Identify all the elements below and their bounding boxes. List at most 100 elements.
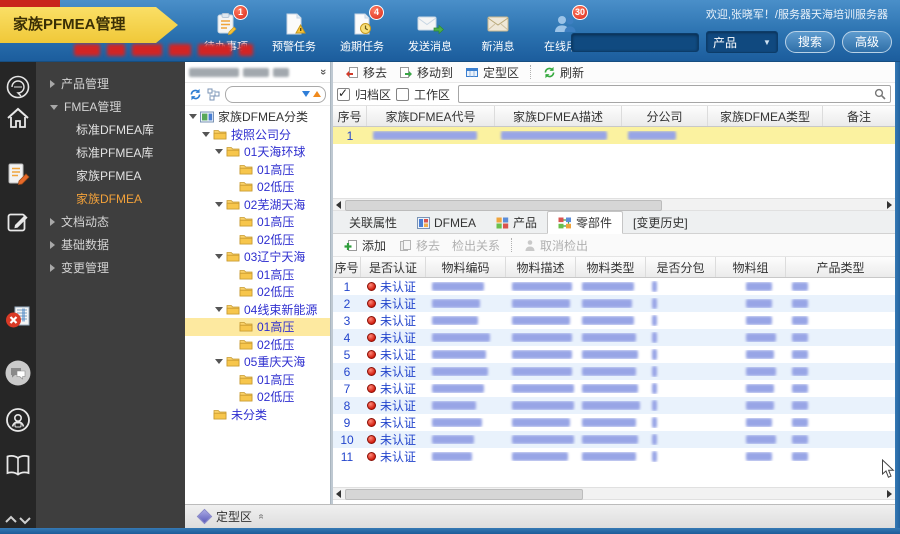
tree-node-13[interactable]: 05重庆天海 <box>185 353 330 371</box>
sidebar-item-4[interactable]: 家族PFMEA <box>36 164 185 187</box>
tab-4[interactable]: [变更历史] <box>623 212 698 233</box>
remove-button[interactable]: 移去 <box>339 64 393 81</box>
column-header[interactable]: 物料类型 <box>576 257 646 277</box>
table-row[interactable]: 10 未认证 <box>333 431 895 448</box>
column-header[interactable]: 家族DFMEA类型 <box>708 106 823 126</box>
tree-refresh-icon[interactable] <box>189 88 202 101</box>
sidebar-item-5[interactable]: 家族DFMEA <box>36 187 185 210</box>
tree-node-0[interactable]: 按照公司分 <box>185 126 330 144</box>
tree-node-12[interactable]: 02低压 <box>185 336 330 354</box>
finalize-zone-button[interactable]: 定型区 <box>459 64 525 81</box>
scroll-left-icon[interactable] <box>336 201 341 209</box>
table-row[interactable]: 2 未认证 <box>333 295 895 312</box>
nav-alert[interactable]: 预警任务 <box>266 9 322 54</box>
column-header[interactable]: 序号 <box>333 106 367 126</box>
sidebar-item-1[interactable]: FMEA管理 <box>36 95 185 118</box>
tree-node-6[interactable]: 02低压 <box>185 231 330 249</box>
column-header[interactable]: 物料组 <box>716 257 786 277</box>
tree-node-14[interactable]: 01高压 <box>185 371 330 389</box>
collapse-panel-icon[interactable]: » <box>317 69 329 75</box>
tree-node-root[interactable]: 家族DFMEA分类 <box>185 108 330 126</box>
nav-send-message[interactable]: 发送消息 <box>402 9 458 54</box>
column-header[interactable]: 序号 <box>333 257 361 277</box>
table-row[interactable]: 9 未认证 <box>333 414 895 431</box>
tree-node-1[interactable]: 01天海环球 <box>185 143 330 161</box>
table-row[interactable]: 11 未认证 <box>333 448 895 465</box>
advanced-button[interactable]: 高级 <box>841 31 892 53</box>
tree-node-15[interactable]: 02低压 <box>185 388 330 406</box>
document-edit-icon[interactable] <box>0 162 36 186</box>
search-next-icon[interactable] <box>302 91 310 97</box>
column-header[interactable]: 分公司 <box>622 106 708 126</box>
sidebar-item-2[interactable]: 标准DFMEA库 <box>36 118 185 141</box>
tab-0[interactable]: 关联属性 <box>339 212 407 233</box>
finalize-zone-tab[interactable]: 定型区 <box>216 508 252 525</box>
archive-zone-checkbox[interactable] <box>337 86 350 101</box>
table-row[interactable]: 8 未认证 <box>333 397 895 414</box>
work-zone-checkbox[interactable] <box>396 87 410 101</box>
scrollbar-thumb[interactable] <box>345 200 662 211</box>
column-header[interactable]: 物料编码 <box>426 257 506 277</box>
add-button[interactable]: 添加 <box>338 237 392 254</box>
table-row[interactable]: 6 未认证 <box>333 363 895 380</box>
tab-2[interactable]: 产品 <box>486 212 547 233</box>
sidebar-item-8[interactable]: 变更管理 <box>36 256 185 279</box>
search-prev-icon[interactable] <box>313 91 321 97</box>
cancel-checkout-button[interactable]: 取消检出 <box>518 237 594 254</box>
column-header[interactable]: 备注 <box>823 106 895 126</box>
tree-hierarchy-icon[interactable] <box>207 88 220 101</box>
tree-node-4[interactable]: 02芜湖天海 <box>185 196 330 214</box>
column-header[interactable]: 是否认证 <box>361 257 426 277</box>
expand-panel-icon[interactable]: » <box>255 514 266 520</box>
edit-square-icon[interactable] <box>0 210 36 234</box>
sidebar-item-7[interactable]: 基础数据 <box>36 233 185 256</box>
column-header[interactable]: 是否分包 <box>646 257 716 277</box>
handbook-icon[interactable] <box>0 454 36 476</box>
column-header[interactable]: 物料描述 <box>506 257 576 277</box>
table-row[interactable]: 1 未认证 <box>333 278 895 295</box>
table-row[interactable]: 5 未认证 <box>333 346 895 363</box>
search-button[interactable]: 搜索 <box>784 31 835 53</box>
tab-1[interactable]: DFMEA <box>407 212 486 233</box>
scroll-right-icon[interactable] <box>887 201 892 209</box>
chat-icon[interactable] <box>0 359 36 387</box>
tree-node-3[interactable]: 02低压 <box>185 178 330 196</box>
scroll-left-icon[interactable] <box>336 490 341 498</box>
column-header[interactable]: 产品类型 <box>786 257 895 277</box>
scrollbar-thumb[interactable] <box>345 489 584 500</box>
nav-new-message[interactable]: 新消息 <box>470 9 526 54</box>
support-icon[interactable] <box>0 407 36 433</box>
refresh-button[interactable]: 刷新 <box>537 64 590 81</box>
tab-3[interactable]: 零部件 <box>547 211 624 234</box>
checkout-relation-button[interactable]: 检出关系 <box>446 237 506 254</box>
list-search-input[interactable] <box>458 85 891 103</box>
sidebar-item-3[interactable]: 标准PFMEA库 <box>36 141 185 164</box>
move-to-button[interactable]: 移动到 <box>393 64 459 81</box>
tree-node-9[interactable]: 02低压 <box>185 283 330 301</box>
sidebar-item-0[interactable]: 产品管理 <box>36 72 185 95</box>
global-search-input[interactable] <box>570 32 699 52</box>
column-header[interactable]: 家族DFMEA代号 <box>367 106 495 126</box>
tree-node-10[interactable]: 04线束新能源 <box>185 301 330 319</box>
table-row[interactable]: 1 <box>333 127 895 144</box>
table-row[interactable]: 3 未认证 <box>333 312 895 329</box>
tree-node-11[interactable]: 01高压 <box>185 318 330 336</box>
tree-search-input[interactable] <box>225 85 326 103</box>
home-icon[interactable] <box>0 107 36 129</box>
scroll-right-icon[interactable] <box>887 490 892 498</box>
column-header[interactable]: 家族DFMEA描述 <box>495 106 622 126</box>
detail-remove-button[interactable]: 移去 <box>392 237 446 254</box>
tree-node-7[interactable]: 03辽宁天海 <box>185 248 330 266</box>
brand-logo-icon[interactable] <box>0 74 36 100</box>
nav-overdue[interactable]: 4 逾期任务 <box>334 5 390 54</box>
search-category-dropdown[interactable]: 产品 ▼ <box>705 31 778 53</box>
tree-node-5[interactable]: 01高压 <box>185 213 330 231</box>
table-row[interactable]: 4 未认证 <box>333 329 895 346</box>
export-excel-icon[interactable] <box>0 305 36 329</box>
tree-node-8[interactable]: 01高压 <box>185 266 330 284</box>
table-row[interactable]: 7 未认证 <box>333 380 895 397</box>
tree-node-2[interactable]: 01高压 <box>185 161 330 179</box>
strip-scroll-icons[interactable] <box>0 514 36 526</box>
tree-node-16[interactable]: 未分类 <box>185 406 330 424</box>
sidebar-item-6[interactable]: 文档动态 <box>36 210 185 233</box>
